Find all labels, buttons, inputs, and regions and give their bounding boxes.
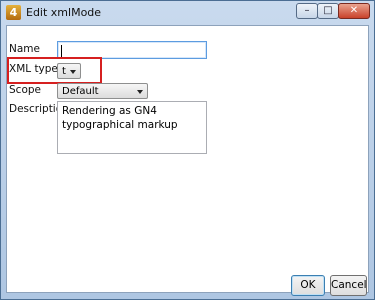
description-value: Rendering as GN4 typographical markup (62, 105, 178, 131)
scope-dropdown[interactable]: Default (57, 83, 148, 99)
minimize-button[interactable]: – (296, 3, 318, 19)
text-caret (61, 45, 62, 57)
chevron-down-icon (137, 90, 143, 94)
scope-label: Scope (9, 84, 41, 96)
dialog-body: Name XML type t Scope Default Descriptio… (6, 25, 369, 296)
cancel-button[interactable]: Cancel (330, 275, 367, 296)
title-bar[interactable]: 4 Edit xmlMode – □ ✕ (1, 1, 374, 25)
name-label: Name (9, 43, 40, 55)
ok-button[interactable]: OK (291, 275, 325, 296)
close-button[interactable]: ✕ (338, 3, 370, 19)
xml-type-highlight-box (7, 57, 102, 84)
app-logo-icon: 4 (6, 5, 21, 20)
window-title: Edit xmlMode (26, 6, 102, 19)
dialog-window: 4 Edit xmlMode – □ ✕ Name XML type t Sco… (0, 0, 375, 300)
maximize-button[interactable]: □ (317, 3, 339, 19)
description-textarea[interactable]: Rendering as GN4 typographical markup (57, 101, 207, 154)
scope-value: Default (62, 86, 99, 97)
